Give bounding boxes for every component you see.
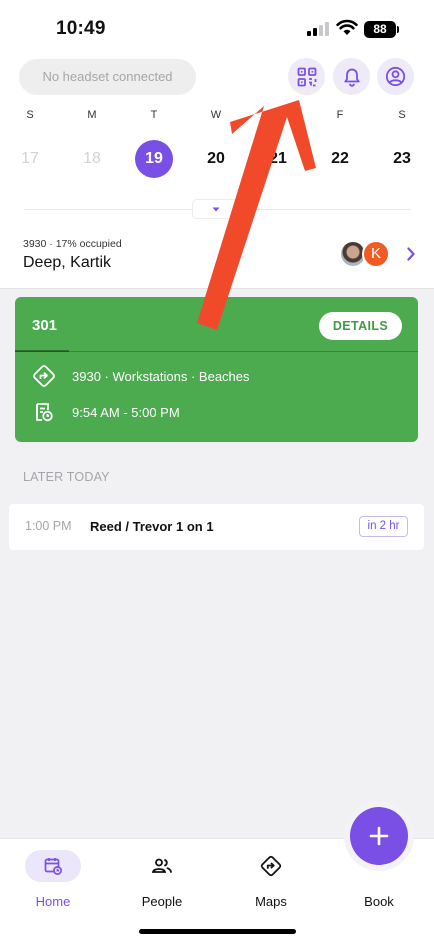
plus-icon bbox=[369, 826, 389, 846]
chevron-down-icon bbox=[212, 207, 220, 211]
home-indicator bbox=[139, 929, 296, 934]
booking-time: 9:54 AM - 5:00 PM bbox=[72, 405, 180, 420]
bell-icon bbox=[343, 68, 360, 87]
card-divider bbox=[15, 351, 418, 352]
event-relative-time-badge: in 2 hr bbox=[359, 516, 408, 537]
status-time: 10:49 bbox=[56, 18, 106, 39]
building-code: 3930 bbox=[23, 238, 47, 250]
calendar-day[interactable]: 18 bbox=[73, 140, 111, 178]
calendar-icon bbox=[44, 858, 62, 875]
occupancy-text: 3930 · 17% occupied bbox=[23, 238, 122, 250]
booking-card[interactable]: 301 DETAILS 3930 · Workstations · Beache… bbox=[15, 297, 418, 442]
booking-location: 3930 · Workstations · Beaches bbox=[72, 369, 250, 384]
weekday-label: F bbox=[336, 109, 344, 121]
weekday-label: S bbox=[398, 109, 406, 121]
qr-code-icon bbox=[297, 67, 316, 86]
directions-icon bbox=[33, 365, 55, 387]
weekday-label: W bbox=[210, 109, 222, 121]
schedule-icon bbox=[36, 403, 53, 422]
chevron-right-icon[interactable] bbox=[403, 246, 419, 262]
calendar-day[interactable]: 20 bbox=[197, 140, 235, 178]
weekday-label: M bbox=[87, 109, 97, 121]
nav-label-people: People bbox=[141, 894, 183, 909]
weekday-label: S bbox=[26, 109, 34, 121]
qr-code-button[interactable] bbox=[288, 58, 325, 95]
nav-label-home: Home bbox=[35, 894, 71, 909]
wifi-icon bbox=[336, 19, 358, 35]
calendar-day-selected[interactable]: 19 bbox=[135, 140, 173, 178]
calendar-day[interactable]: 17 bbox=[11, 140, 49, 178]
battery-indicator: 88 bbox=[364, 21, 399, 38]
notifications-button[interactable] bbox=[333, 58, 370, 95]
card-divider-accent bbox=[15, 350, 69, 352]
profile-button[interactable] bbox=[377, 58, 414, 95]
event-title: Reed / Trevor 1 on 1 bbox=[90, 519, 214, 534]
nav-label-maps: Maps bbox=[255, 894, 287, 909]
nav-label-book: Book bbox=[364, 894, 394, 909]
event-row[interactable]: 1:00 PM Reed / Trevor 1 on 1 in 2 hr bbox=[9, 504, 424, 550]
nav-home-pill bbox=[25, 850, 81, 882]
nav-item-home[interactable]: Home bbox=[8, 839, 98, 929]
calendar-day[interactable]: 21 bbox=[259, 140, 297, 178]
calendar-day[interactable]: 22 bbox=[321, 140, 359, 178]
nav-maps-pill bbox=[243, 850, 299, 882]
booking-room: 301 bbox=[32, 317, 58, 334]
details-button[interactable]: DETAILS bbox=[319, 312, 402, 340]
user-name: Deep, Kartik bbox=[23, 254, 112, 271]
nav-item-people[interactable]: People bbox=[117, 839, 207, 929]
directions-icon bbox=[260, 855, 282, 877]
calendar-day[interactable]: 23 bbox=[383, 140, 421, 178]
cellular-signal-icon bbox=[307, 22, 331, 36]
expand-calendar-button[interactable] bbox=[192, 199, 240, 219]
profile-icon bbox=[385, 66, 406, 87]
nav-people-pill bbox=[134, 850, 190, 882]
headset-status-pill[interactable]: No headset connected bbox=[19, 59, 196, 95]
book-fab-button[interactable] bbox=[350, 807, 408, 865]
section-divider bbox=[0, 288, 434, 289]
occupancy-percent: · 17% occupied bbox=[49, 238, 122, 250]
status-bar: 10:49 88 bbox=[0, 0, 434, 56]
later-today-heading: LATER TODAY bbox=[23, 470, 110, 484]
nav-item-maps[interactable]: Maps bbox=[226, 839, 316, 929]
people-icon bbox=[151, 858, 172, 873]
weekday-label: T bbox=[150, 109, 158, 121]
event-time: 1:00 PM bbox=[25, 519, 72, 533]
weekday-label: T bbox=[274, 109, 282, 121]
avatar-initial: K bbox=[362, 240, 390, 268]
